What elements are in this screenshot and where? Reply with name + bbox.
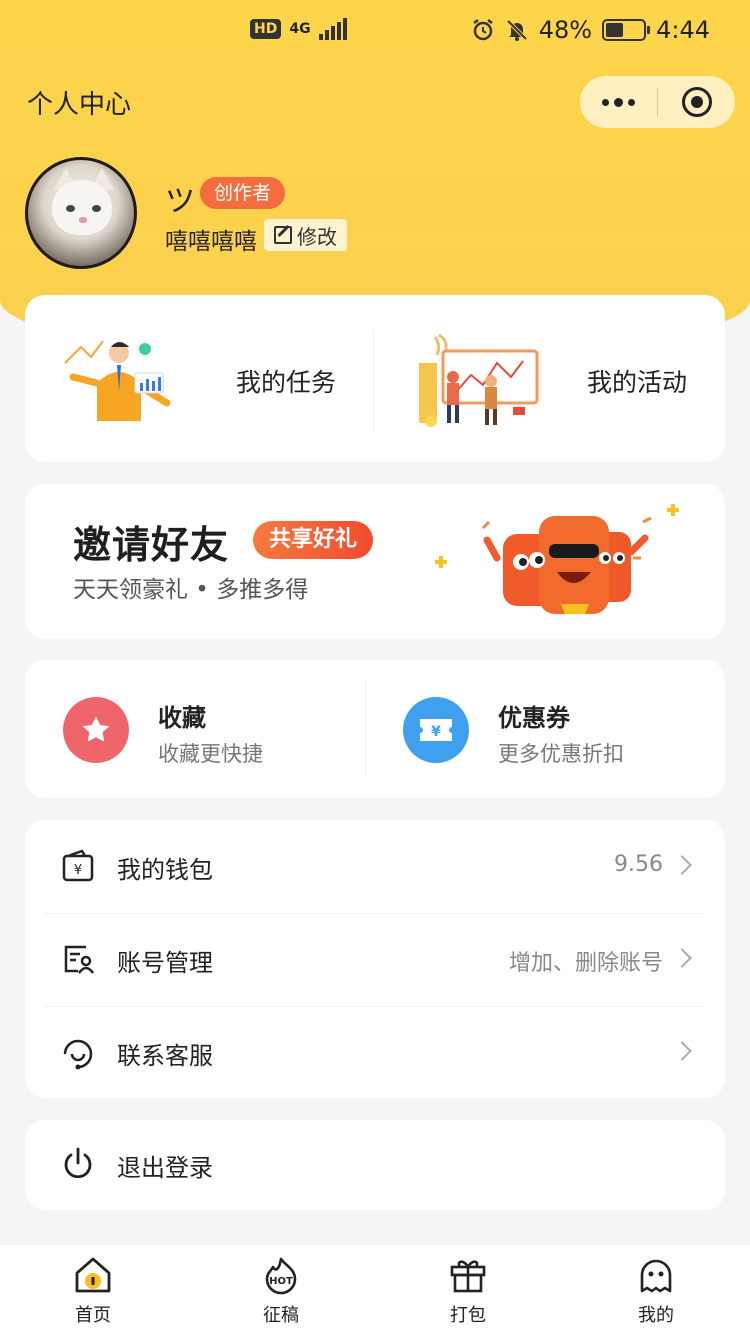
- edit-label: 修改: [297, 224, 337, 249]
- favorites-button[interactable]: 收藏 收藏更快捷: [25, 660, 375, 798]
- close-program-button[interactable]: [658, 76, 735, 128]
- logout-button[interactable]: 退出登录: [25, 1120, 725, 1210]
- chevron-right-icon: [672, 1041, 692, 1061]
- tab-home-label: 首页: [75, 1305, 111, 1326]
- status-bar: HD 4G 48% 4:44: [0, 0, 750, 64]
- svg-text:¥: ¥: [431, 724, 441, 740]
- quick-actions-card: 我的任务 我的活动: [25, 295, 725, 462]
- wallet-balance: 9.56: [614, 852, 663, 877]
- feature-card: 收藏 收藏更快捷 ¥ 优惠券 更多优惠折扣: [25, 660, 725, 798]
- gift-mascot-icon: [435, 504, 679, 614]
- edit-icon: [274, 226, 292, 244]
- power-icon: [64, 1147, 92, 1179]
- username: ツ: [165, 184, 195, 219]
- account-label: 账号管理: [117, 949, 213, 977]
- role-badge: 创作者: [200, 177, 286, 209]
- my-activities-button[interactable]: 我的活动: [375, 295, 725, 462]
- mute-bell-icon: [506, 19, 528, 41]
- chevron-right-icon: [672, 948, 692, 968]
- tab-home[interactable]: 首页: [33, 1245, 153, 1334]
- favorites-title: 收藏: [158, 704, 206, 732]
- banner-subtitle: 天天领豪礼 • 多推多得: [73, 577, 309, 603]
- ghost-profile-icon: [640, 1259, 672, 1293]
- tab-bar: 首页 HOT 征稿 打包 我的: [0, 1244, 750, 1334]
- coupons-title: 优惠券: [498, 704, 570, 732]
- hd-badge: HD: [250, 19, 282, 39]
- menu-item-wallet[interactable]: ¥ 我的钱包 9.56: [25, 820, 725, 913]
- wallet-label: 我的钱包: [117, 856, 213, 884]
- wallet-icon: ¥: [62, 849, 94, 882]
- tab-mine-label: 我的: [638, 1305, 674, 1326]
- coupon-icon: ¥: [403, 697, 469, 763]
- tab-package[interactable]: 打包: [408, 1245, 528, 1334]
- my-tasks-label: 我的任务: [236, 368, 337, 397]
- battery-fill: [606, 23, 624, 37]
- chevron-right-icon: [672, 855, 692, 875]
- banner-pill: 共享好礼: [253, 521, 374, 559]
- cat-nose: [79, 217, 87, 223]
- alarm-icon: [473, 19, 493, 41]
- battery-icon: [602, 19, 651, 41]
- edit-nickname-button[interactable]: 修改: [264, 219, 347, 251]
- more-menu-button[interactable]: [580, 76, 657, 128]
- coupons-subtitle: 更多优惠折扣: [498, 742, 624, 766]
- my-tasks-button[interactable]: 我的任务: [25, 295, 375, 462]
- nickname: 嘻嘻嘻嘻: [165, 229, 257, 255]
- hot-icon: HOT: [265, 1257, 297, 1295]
- customer-service-icon: [63, 1039, 93, 1070]
- tab-mine[interactable]: 我的: [596, 1245, 716, 1334]
- star-icon: [63, 697, 129, 763]
- battery-percent: 48%: [538, 16, 593, 44]
- page-title: 个人中心: [27, 90, 132, 120]
- activity-illustration-icon: [419, 333, 539, 427]
- cat-face: [52, 180, 112, 235]
- tab-package-label: 打包: [450, 1305, 486, 1326]
- status-right: 48% 4:44: [471, 16, 710, 44]
- network-type: 4G: [289, 21, 311, 37]
- tab-submissions-label: 征稿: [263, 1305, 299, 1326]
- more-dots-icon: [602, 98, 609, 106]
- invite-friends-banner[interactable]: 邀请好友 共享好礼 天天领豪礼 • 多推多得: [25, 484, 725, 639]
- quick-actions-divider: [373, 331, 374, 431]
- target-icon: [681, 87, 712, 117]
- task-illustration-icon: [64, 340, 171, 421]
- mini-program-capsule: [580, 76, 735, 128]
- gift-icon: [450, 1260, 486, 1293]
- menu-item-support[interactable]: 联系客服: [25, 1006, 725, 1099]
- account-hint: 增加、删除账号: [508, 951, 663, 976]
- clock: 4:44: [656, 16, 710, 44]
- signal-icon: [318, 18, 347, 40]
- menu-list: ¥ 我的钱包 9.56 账号管理 增加、删除账号 联系客服: [25, 820, 725, 1098]
- logout-label: 退出登录: [117, 1154, 213, 1182]
- account-manage-icon: [64, 945, 95, 974]
- cat-eye-left: [66, 205, 75, 212]
- svg-text:HOT: HOT: [269, 1276, 293, 1287]
- coupons-button[interactable]: ¥ 优惠券 更多优惠折扣: [365, 660, 715, 798]
- network-indicators: HD 4G: [250, 18, 347, 40]
- more-dots-icon-center: [614, 97, 623, 107]
- menu-item-account[interactable]: 账号管理 增加、删除账号: [25, 913, 725, 1006]
- cat-eye-right: [92, 205, 101, 212]
- banner-title: 邀请好友: [73, 523, 230, 567]
- svg-text:¥: ¥: [74, 863, 82, 878]
- tab-submissions[interactable]: HOT 征稿: [221, 1245, 341, 1334]
- my-activities-label: 我的活动: [587, 368, 688, 397]
- support-label: 联系客服: [117, 1042, 213, 1070]
- avatar[interactable]: [25, 157, 137, 269]
- favorites-subtitle: 收藏更快捷: [158, 742, 263, 766]
- more-dots-icon-right: [628, 98, 635, 106]
- home-icon: [75, 1257, 111, 1293]
